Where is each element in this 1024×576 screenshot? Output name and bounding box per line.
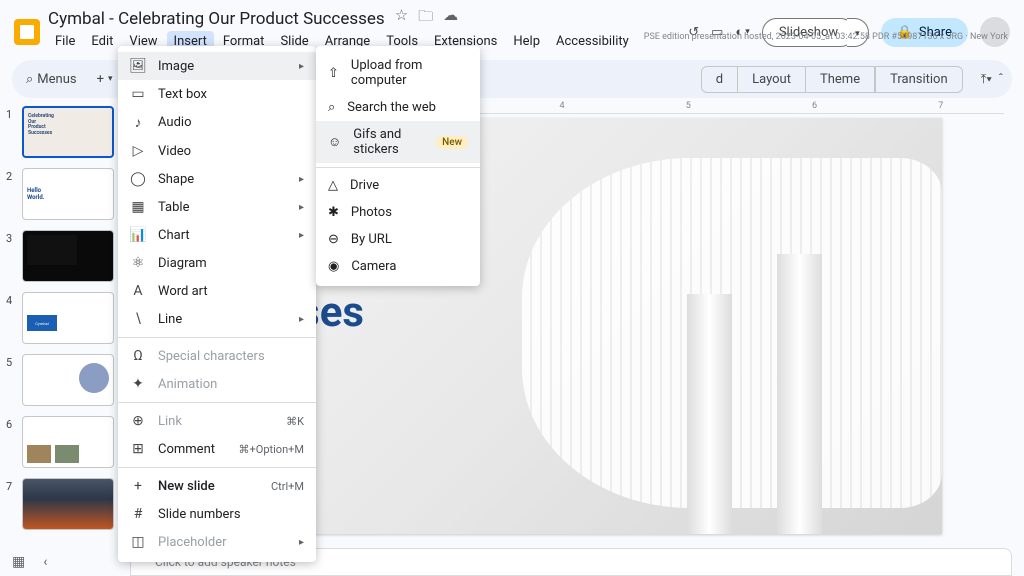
insert-word-art[interactable]: AWord art (118, 277, 316, 305)
slide-thumb-2[interactable]: 2 Hello World. (6, 168, 114, 220)
chart-icon: 📊 (130, 227, 146, 243)
search-menus[interactable]: ⌕ Menus (20, 68, 83, 91)
seg-overflow[interactable]: d (701, 66, 738, 93)
toolbar-collapse-icon[interactable]: ˆ (998, 72, 1004, 87)
insert-shape[interactable]: ◯Shape▸ (118, 165, 316, 193)
placeholder-icon: ◫ (130, 534, 146, 550)
slide-thumb-6[interactable]: 6 (6, 416, 114, 468)
audio-icon: ♪ (130, 114, 146, 131)
insert-link: ⊕Link⌘K (118, 407, 316, 435)
image-drive[interactable]: △Drive (316, 172, 480, 199)
explore-icon[interactable]: ▦ (12, 554, 25, 570)
photos-icon: ✱ (328, 205, 339, 220)
chevron-right-icon: ▸ (299, 174, 304, 185)
comment-icon: ⊞ (130, 441, 146, 457)
new-slide-icon: + (130, 478, 146, 494)
camera-icon: ◉ (328, 259, 339, 274)
word-art-icon: A (130, 283, 146, 299)
star-icon[interactable]: ☆ (395, 6, 408, 31)
insert-chart[interactable]: 📊Chart▸ (118, 221, 316, 249)
text-box-icon: ▭ (130, 86, 146, 102)
insert-dropdown: 🖼Image▸▭Text box♪Audio▷Video◯Shape▸▦Tabl… (118, 46, 316, 562)
insert-new-slide[interactable]: +New slideCtrl+M (118, 472, 316, 500)
by-url-icon: ⊖ (328, 232, 339, 247)
chevron-right-icon: ▸ (299, 61, 304, 72)
menu-file[interactable]: File (48, 31, 82, 52)
gifs-and-stickers-icon: ☺ (328, 134, 341, 150)
toolbar-up-icon[interactable]: ⤒▾ (981, 72, 992, 87)
shape-icon: ◯ (130, 171, 146, 187)
meta-info: PSE edition presentation hosted, 2023-04… (644, 32, 1008, 42)
chevron-right-icon: ▸ (299, 202, 304, 213)
line-icon: ∖ (130, 311, 146, 327)
special-characters-icon: Ω (130, 348, 146, 364)
slide-numbers-icon: # (130, 506, 146, 522)
insert-comment[interactable]: ⊞Comment⌘+Option+M (118, 435, 316, 463)
drive-icon: △ (328, 178, 338, 193)
menu-help[interactable]: Help (506, 31, 547, 52)
upload-from-computer-icon: ⇧ (328, 66, 339, 81)
image-submenu: ⇧Upload from computer⌕Search the web☺Gif… (316, 46, 480, 286)
image-photos[interactable]: ✱Photos (316, 199, 480, 226)
slide-thumb-1[interactable]: 1 Celebrating Our Product Successes (6, 106, 114, 158)
insert-image[interactable]: 🖼Image▸ (118, 52, 316, 80)
chevron-right-icon: ▸ (299, 537, 304, 548)
image-icon: 🖼 (130, 58, 146, 74)
menu-accessibility[interactable]: Accessibility (549, 31, 636, 52)
image-by-url[interactable]: ⊖By URL (316, 226, 480, 253)
diagram-icon: ⚛ (130, 255, 146, 271)
new-slide-tool[interactable]: + ▾ (91, 68, 119, 91)
insert-video[interactable]: ▷Video (118, 137, 316, 165)
slide-thumb-4[interactable]: 4 Cymbal (6, 292, 114, 344)
slide-thumb-3[interactable]: 3 (6, 230, 114, 282)
image-search-the-web[interactable]: ⌕Search the web (316, 94, 480, 121)
insert-diagram[interactable]: ⚛Diagram (118, 249, 316, 277)
collapse-filmstrip-icon[interactable]: ‹ (43, 554, 47, 570)
slide-thumb-5[interactable]: 5 (6, 354, 114, 406)
video-icon: ▷ (130, 143, 146, 159)
slide-thumb-7[interactable]: 7 (6, 478, 114, 530)
link-icon: ⊕ (130, 413, 146, 429)
image-upload-from-computer[interactable]: ⇧Upload from computer (316, 52, 480, 94)
filmstrip[interactable]: 1 Celebrating Our Product Successes 2 He… (0, 98, 120, 564)
image-camera[interactable]: ◉Camera (316, 253, 480, 280)
chevron-right-icon: ▸ (299, 230, 304, 241)
doc-title[interactable]: Cymbal - Celebrating Our Product Success… (48, 9, 385, 29)
insert-table[interactable]: ▦Table▸ (118, 193, 316, 221)
insert-text-box[interactable]: ▭Text box (118, 80, 316, 108)
insert-animation: ✦Animation (118, 370, 316, 398)
slides-logo-icon[interactable] (14, 19, 40, 45)
move-icon[interactable]: 🗀 (418, 6, 433, 31)
image-gifs-and-stickers[interactable]: ☺Gifs and stickersNew (316, 121, 480, 163)
insert-special-characters: ΩSpecial characters (118, 342, 316, 370)
search-the-web-icon: ⌕ (328, 100, 335, 115)
seg-layout[interactable]: Layout (738, 66, 805, 93)
chevron-right-icon: ▸ (299, 314, 304, 325)
cloud-status-icon[interactable]: ☁ (443, 6, 458, 31)
insert-audio[interactable]: ♪Audio (118, 108, 316, 137)
menu-edit[interactable]: Edit (84, 31, 120, 52)
seg-theme[interactable]: Theme (805, 66, 875, 93)
insert-placeholder: ◫Placeholder▸ (118, 528, 316, 556)
insert-line[interactable]: ∖Line▸ (118, 305, 316, 333)
animation-icon: ✦ (130, 376, 146, 392)
table-icon: ▦ (130, 199, 146, 215)
seg-transition[interactable]: Transition (875, 66, 963, 93)
insert-slide-numbers[interactable]: #Slide numbers (118, 500, 316, 528)
